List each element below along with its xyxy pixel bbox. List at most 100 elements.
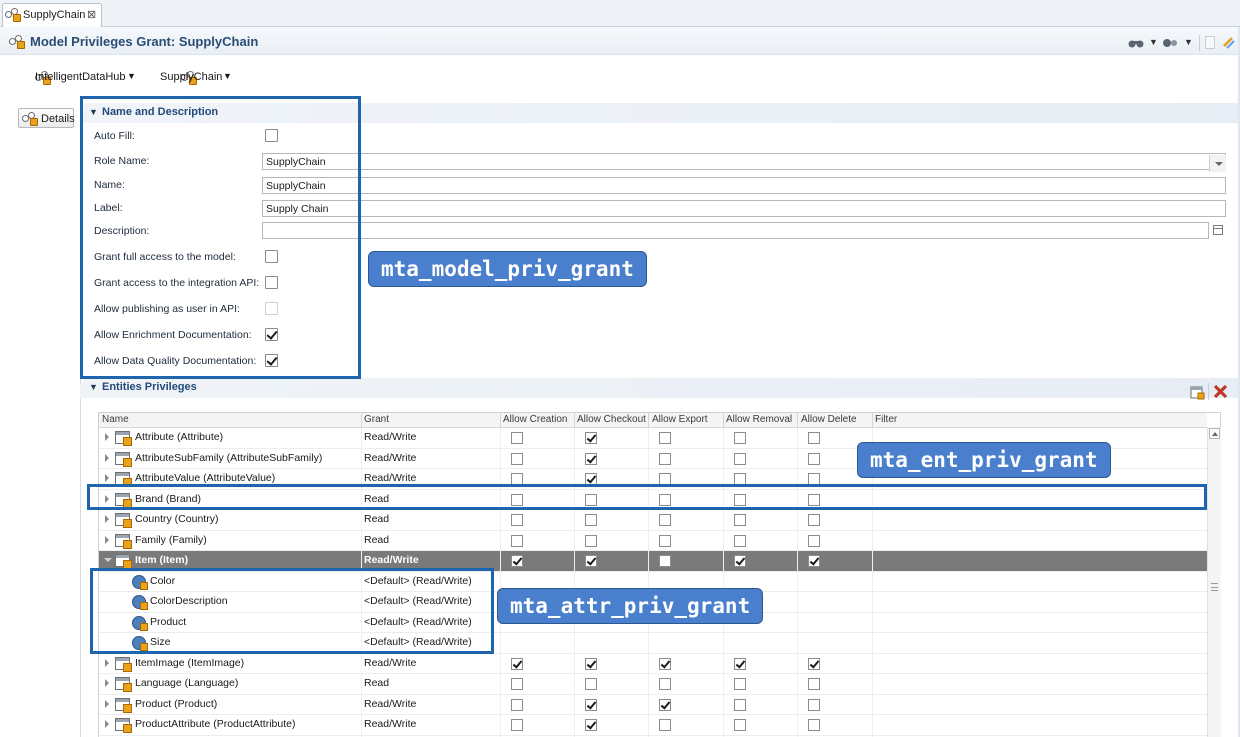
gear-icon[interactable]: [1162, 38, 1177, 48]
table-row[interactable]: Country (Country) Read: [99, 510, 1207, 531]
cell-grant[interactable]: Read/Write: [364, 554, 419, 566]
col-header-filter[interactable]: Filter: [875, 414, 897, 425]
allow-delete-checkbox[interactable]: [808, 514, 820, 526]
allow-delete-checkbox[interactable]: [808, 534, 820, 547]
add-privilege-icon[interactable]: [1190, 385, 1205, 403]
allow-removal-checkbox[interactable]: [734, 452, 746, 465]
cell-grant[interactable]: Read/Write: [364, 452, 416, 464]
cell-grant[interactable]: Read: [364, 677, 389, 689]
allow-export-checkbox[interactable]: [659, 678, 671, 690]
allow-export-checkbox[interactable]: [659, 657, 671, 670]
allow-checkout-checkbox[interactable]: [585, 514, 597, 526]
col-header-allow-export[interactable]: Allow Export: [652, 414, 708, 425]
cell-grant[interactable]: Read/Write: [364, 718, 416, 730]
allow-creation-checkbox[interactable]: [511, 432, 523, 444]
chevron-right-icon[interactable]: [105, 433, 109, 441]
allow-export-checkbox[interactable]: [659, 514, 671, 526]
allow-delete-checkbox[interactable]: [808, 452, 820, 465]
cell-grant[interactable]: Read/Write: [364, 431, 416, 443]
label-field[interactable]: Supply Chain: [262, 200, 1226, 217]
cell-grant[interactable]: Read: [364, 513, 389, 525]
table-row[interactable]: ItemImage (ItemImage) Read/Write: [99, 654, 1207, 674]
chevron-right-icon[interactable]: [105, 658, 109, 667]
chevron-right-icon[interactable]: [105, 515, 109, 523]
col-header-allow-creation[interactable]: Allow Creation: [503, 414, 567, 425]
col-header-allow-removal[interactable]: Allow Removal: [726, 414, 792, 425]
allow-removal-checkbox[interactable]: [734, 432, 746, 444]
cell-grant[interactable]: Read/Write: [364, 657, 416, 669]
allow-removal-checkbox[interactable]: [734, 534, 746, 547]
allow-export-checkbox[interactable]: [659, 432, 671, 444]
details-button[interactable]: Details: [18, 108, 75, 128]
allow-removal-checkbox[interactable]: [734, 698, 746, 711]
allow-creation-checkbox[interactable]: [511, 657, 523, 670]
chevron-down-icon[interactable]: ▼: [223, 71, 232, 81]
allow-delete-checkbox[interactable]: [808, 698, 820, 711]
allow-creation-checkbox[interactable]: [511, 698, 523, 711]
entities-privileges-section-header[interactable]: ▼ Entities Privileges: [80, 378, 1238, 398]
allow-export-checkbox[interactable]: [659, 719, 671, 731]
allow-checkout-checkbox[interactable]: [585, 657, 597, 670]
allow-checkout-checkbox[interactable]: [585, 678, 597, 690]
role-name-select[interactable]: SupplyChain: [262, 153, 1226, 170]
col-header-allow-checkout[interactable]: Allow Checkout: [577, 414, 646, 425]
allow-creation-checkbox[interactable]: [511, 534, 523, 547]
allow-delete-checkbox[interactable]: [808, 719, 820, 731]
table-row[interactable]: Language (Language) Read: [99, 674, 1207, 695]
allow-delete-checkbox[interactable]: [808, 432, 820, 444]
allow-delete-checkbox[interactable]: [808, 555, 820, 567]
chevron-down-icon[interactable]: [104, 558, 112, 562]
cell-grant[interactable]: Read/Write: [364, 472, 416, 484]
allow-export-checkbox[interactable]: [659, 452, 671, 465]
binoculars-icon[interactable]: [1128, 38, 1144, 48]
col-header-name[interactable]: Name: [102, 414, 129, 425]
delete-icon[interactable]: [1213, 384, 1228, 402]
allow-removal-checkbox[interactable]: [734, 657, 746, 670]
chevron-right-icon[interactable]: [105, 679, 109, 687]
vertical-scrollbar[interactable]: [1207, 427, 1221, 737]
collapse-icon[interactable]: ▼: [89, 382, 98, 392]
cell-grant[interactable]: Read: [364, 534, 389, 546]
col-header-allow-delete[interactable]: Allow Delete: [801, 414, 857, 425]
breadcrumb-item-model[interactable]: SupplyChain: [160, 71, 222, 83]
chevron-right-icon[interactable]: [105, 453, 109, 462]
allow-creation-checkbox[interactable]: [511, 678, 523, 690]
allow-checkout-checkbox[interactable]: [585, 452, 597, 465]
allow-delete-checkbox[interactable]: [808, 657, 820, 670]
allow-removal-checkbox[interactable]: [734, 678, 746, 690]
sync-icon[interactable]: [1221, 35, 1237, 54]
breadcrumb-item-hub[interactable]: IntelligentDataHub: [35, 71, 126, 83]
allow-removal-checkbox[interactable]: [734, 555, 746, 567]
table-row[interactable]: Family (Family) Read: [99, 531, 1207, 551]
allow-checkout-checkbox[interactable]: [585, 432, 597, 444]
blank-page-icon[interactable]: [1205, 36, 1215, 49]
allow-export-checkbox[interactable]: [659, 555, 671, 567]
expand-editor-icon[interactable]: [1213, 225, 1223, 235]
allow-creation-checkbox[interactable]: [511, 514, 523, 526]
allow-delete-checkbox[interactable]: [808, 678, 820, 690]
chevron-right-icon[interactable]: [105, 720, 109, 728]
allow-removal-checkbox[interactable]: [734, 514, 746, 526]
cell-grant[interactable]: Read/Write: [364, 698, 416, 710]
allow-export-checkbox[interactable]: [659, 534, 671, 547]
allow-removal-checkbox[interactable]: [734, 719, 746, 731]
chevron-right-icon[interactable]: [105, 535, 109, 544]
allow-checkout-checkbox[interactable]: [585, 555, 597, 567]
chevron-right-icon[interactable]: [105, 474, 109, 482]
col-header-grant[interactable]: Grant: [364, 414, 389, 425]
chevron-down-icon[interactable]: [1209, 155, 1226, 172]
chevron-down-icon[interactable]: ▼: [1184, 37, 1193, 47]
editor-tab[interactable]: SupplyChain ⊠: [2, 3, 102, 27]
table-row[interactable]: ProductAttribute (ProductAttribute) Read/…: [99, 715, 1207, 736]
allow-creation-checkbox[interactable]: [511, 452, 523, 465]
chevron-right-icon[interactable]: [105, 699, 109, 708]
allow-creation-checkbox[interactable]: [511, 555, 523, 567]
description-field[interactable]: [262, 222, 1209, 239]
allow-checkout-checkbox[interactable]: [585, 534, 597, 547]
close-icon[interactable]: ⊠: [87, 8, 96, 21]
chevron-down-icon[interactable]: ▼: [127, 71, 136, 81]
allow-creation-checkbox[interactable]: [511, 719, 523, 731]
name-field[interactable]: SupplyChain: [262, 177, 1226, 194]
allow-checkout-checkbox[interactable]: [585, 698, 597, 711]
scroll-thumb[interactable]: [1211, 583, 1218, 591]
